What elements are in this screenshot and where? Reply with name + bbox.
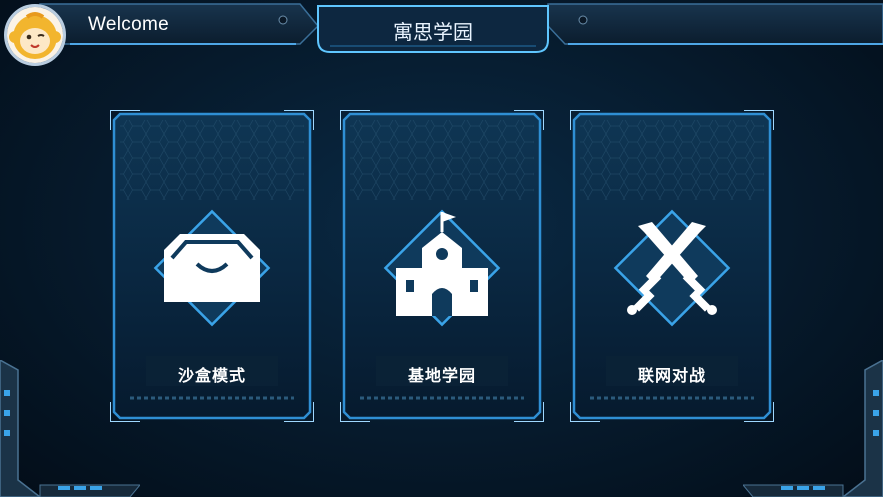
bottom-right-corner-decoration bbox=[743, 360, 883, 497]
bottom-left-corner-decoration bbox=[0, 360, 140, 497]
school-building-icon bbox=[383, 209, 501, 327]
mode-label-school: 基地学园 bbox=[407, 366, 476, 385]
crossed-swords-icon bbox=[613, 209, 731, 327]
welcome-text: Welcome bbox=[88, 14, 169, 35]
mode-card-school[interactable]: 基地学园 bbox=[340, 110, 544, 422]
player-avatar[interactable] bbox=[4, 4, 66, 66]
mode-card-sandbox[interactable]: 沙盒模式 bbox=[110, 110, 314, 422]
top-bar: Welcome 寓思学园 bbox=[0, 0, 883, 66]
sandbox-box-icon bbox=[153, 209, 271, 327]
mode-label-sandbox: 沙盒模式 bbox=[177, 366, 246, 385]
title-tab: 寓思学园 bbox=[318, 8, 548, 52]
page-title: 寓思学园 bbox=[393, 19, 473, 44]
monkey-avatar-icon bbox=[7, 7, 63, 63]
